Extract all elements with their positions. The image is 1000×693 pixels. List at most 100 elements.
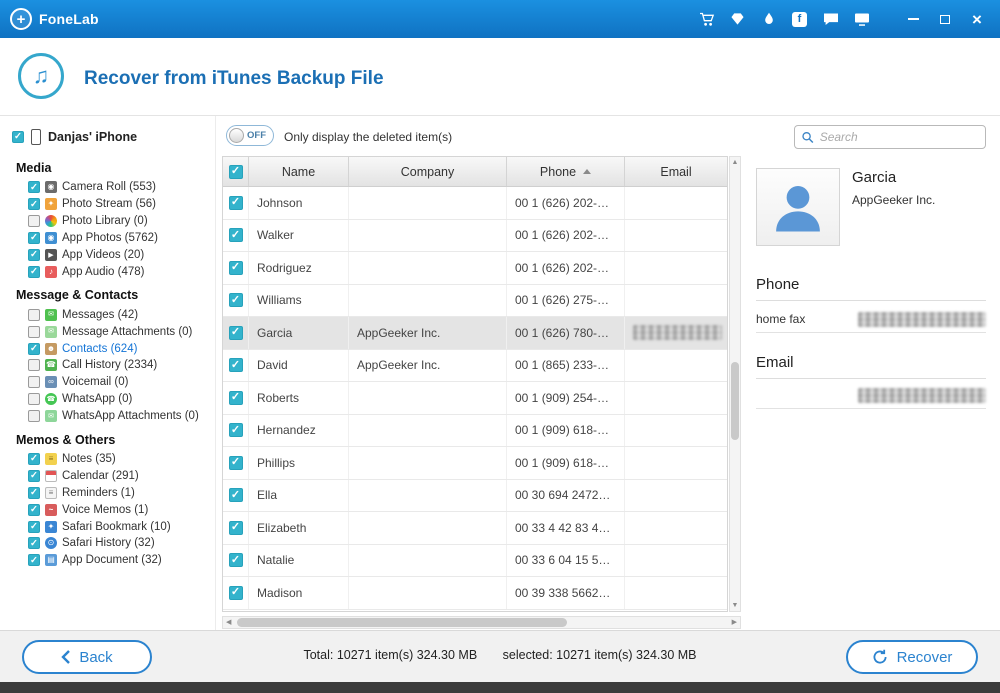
row-checkbox[interactable]: [229, 358, 243, 372]
column-header-company[interactable]: Company: [349, 157, 507, 186]
sidebar-item-voice-memos[interactable]: Voice Memos (1): [0, 501, 215, 518]
table-row[interactable]: Roberts00 1 (909) 254-…: [223, 382, 727, 415]
detail-phone-row: home fax: [756, 306, 986, 333]
table-row[interactable]: Ella00 30 694 2472…: [223, 480, 727, 513]
select-all-checkbox[interactable]: [229, 165, 243, 179]
column-header-phone[interactable]: Phone: [507, 157, 625, 186]
item-checkbox[interactable]: [28, 249, 40, 261]
sidebar-item-app-document[interactable]: App Document (32): [0, 552, 215, 569]
scroll-left-icon[interactable]: ◀: [226, 618, 231, 628]
facebook-icon[interactable]: f: [791, 11, 808, 27]
close-button[interactable]: ×: [964, 8, 990, 30]
recover-button[interactable]: Recover: [846, 640, 978, 674]
table-row[interactable]: Madison00 39 338 5662…: [223, 577, 727, 610]
gem-icon[interactable]: [729, 11, 746, 27]
row-checkbox[interactable]: [229, 586, 243, 600]
sidebar-item-voicemail[interactable]: Voicemail (0): [0, 374, 215, 391]
row-checkbox[interactable]: [229, 488, 243, 502]
device-checkbox[interactable]: [12, 131, 24, 143]
table-row[interactable]: Walker00 1 (626) 202-…: [223, 220, 727, 253]
item-checkbox[interactable]: [28, 181, 40, 193]
row-checkbox[interactable]: [229, 261, 243, 275]
toggle-knob-icon: [229, 128, 244, 143]
row-checkbox[interactable]: [229, 228, 243, 242]
chat-icon[interactable]: [822, 11, 839, 27]
item-checkbox[interactable]: [28, 521, 40, 533]
sidebar-item-notes[interactable]: Notes (35): [0, 451, 215, 468]
scroll-right-icon[interactable]: ▶: [732, 618, 737, 628]
table-row[interactable]: Johnson00 1 (626) 202-…: [223, 187, 727, 220]
scroll-up-icon[interactable]: ▲: [730, 159, 740, 166]
item-checkbox[interactable]: [28, 232, 40, 244]
table-row[interactable]: Rodriguez00 1 (626) 202-…: [223, 252, 727, 285]
maximize-button[interactable]: [932, 8, 958, 30]
sidebar-item-app-photos[interactable]: App Photos (5762): [0, 230, 215, 247]
row-checkbox[interactable]: [229, 293, 243, 307]
cart-icon[interactable]: [698, 11, 715, 27]
row-checkbox[interactable]: [229, 521, 243, 535]
item-checkbox[interactable]: [28, 198, 40, 210]
sidebar-item-app-videos[interactable]: App Videos (20): [0, 247, 215, 264]
row-checkbox[interactable]: [229, 456, 243, 470]
item-checkbox[interactable]: [28, 453, 40, 465]
deleted-only-toggle[interactable]: OFF: [226, 125, 274, 146]
sidebar-item-whatsapp-attachments[interactable]: WhatsApp Attachments (0): [0, 408, 215, 425]
sidebar-item-app-audio[interactable]: App Audio (478): [0, 263, 215, 280]
feedback-icon[interactable]: [853, 11, 870, 27]
toggle-description: Only display the deleted item(s): [284, 130, 452, 144]
item-checkbox[interactable]: [28, 215, 40, 227]
item-checkbox[interactable]: [28, 470, 40, 482]
sidebar-item-label: WhatsApp (0): [62, 393, 132, 405]
table-row[interactable]: Elizabeth00 33 4 42 83 4…: [223, 512, 727, 545]
item-checkbox[interactable]: [28, 326, 40, 338]
avatar: [756, 168, 840, 246]
row-checkbox[interactable]: [229, 553, 243, 567]
drop-icon[interactable]: [760, 11, 777, 27]
sidebar-item-safari-bookmark[interactable]: Safari Bookmark (10): [0, 518, 215, 535]
vertical-scrollbar[interactable]: ▲ ▼: [729, 156, 741, 612]
row-checkbox[interactable]: [229, 423, 243, 437]
sidebar-item-call-history[interactable]: Call History (2334): [0, 357, 215, 374]
item-checkbox[interactable]: [28, 266, 40, 278]
horizontal-scroll-thumb[interactable]: [237, 618, 567, 627]
column-header-email[interactable]: Email: [625, 157, 727, 186]
back-button[interactable]: Back: [22, 640, 152, 674]
search-box: [794, 125, 986, 149]
row-checkbox[interactable]: [229, 196, 243, 210]
horizontal-scrollbar[interactable]: ◀ ▶: [222, 616, 741, 629]
sidebar-item-reminders[interactable]: Reminders (1): [0, 484, 215, 501]
minimize-button[interactable]: [900, 8, 926, 30]
table-row[interactable]: DavidAppGeeker Inc.00 1 (865) 233-…: [223, 350, 727, 383]
item-checkbox[interactable]: [28, 487, 40, 499]
item-checkbox[interactable]: [28, 537, 40, 549]
item-checkbox[interactable]: [28, 359, 40, 371]
item-checkbox[interactable]: [28, 504, 40, 516]
item-checkbox[interactable]: [28, 309, 40, 321]
search-input[interactable]: [820, 130, 978, 144]
sidebar-item-message-attachments[interactable]: Message Attachments (0): [0, 323, 215, 340]
row-checkbox[interactable]: [229, 391, 243, 405]
column-header-name[interactable]: Name: [249, 157, 349, 186]
sidebar-item-photo-stream[interactable]: Photo Stream (56): [0, 196, 215, 213]
table-row[interactable]: Williams00 1 (626) 275-…: [223, 285, 727, 318]
table-row[interactable]: Phillips00 1 (909) 618-…: [223, 447, 727, 480]
sidebar-item-camera-roll[interactable]: Camera Roll (553): [0, 179, 215, 196]
item-checkbox[interactable]: [28, 554, 40, 566]
row-checkbox[interactable]: [229, 326, 243, 340]
sidebar-item-contacts[interactable]: Contacts (624): [0, 340, 215, 357]
item-checkbox[interactable]: [28, 343, 40, 355]
sidebar-item-whatsapp[interactable]: WhatsApp (0): [0, 391, 215, 408]
vertical-scroll-thumb[interactable]: [731, 362, 739, 440]
sidebar-item-photo-library[interactable]: Photo Library (0): [0, 213, 215, 230]
device-row[interactable]: Danjas' iPhone: [0, 116, 215, 153]
scroll-down-icon[interactable]: ▼: [730, 602, 740, 609]
item-checkbox[interactable]: [28, 376, 40, 388]
item-checkbox[interactable]: [28, 410, 40, 422]
sidebar-item-safari-history[interactable]: Safari History (32): [0, 535, 215, 552]
item-checkbox[interactable]: [28, 393, 40, 405]
table-row[interactable]: Hernandez00 1 (909) 618-…: [223, 415, 727, 448]
sidebar-item-calendar[interactable]: Calendar (291): [0, 467, 215, 484]
sidebar-item-messages[interactable]: Messages (42): [0, 306, 215, 323]
table-row[interactable]: Natalie00 33 6 04 15 5…: [223, 545, 727, 578]
table-row[interactable]: GarciaAppGeeker Inc.00 1 (626) 780-…: [223, 317, 727, 350]
